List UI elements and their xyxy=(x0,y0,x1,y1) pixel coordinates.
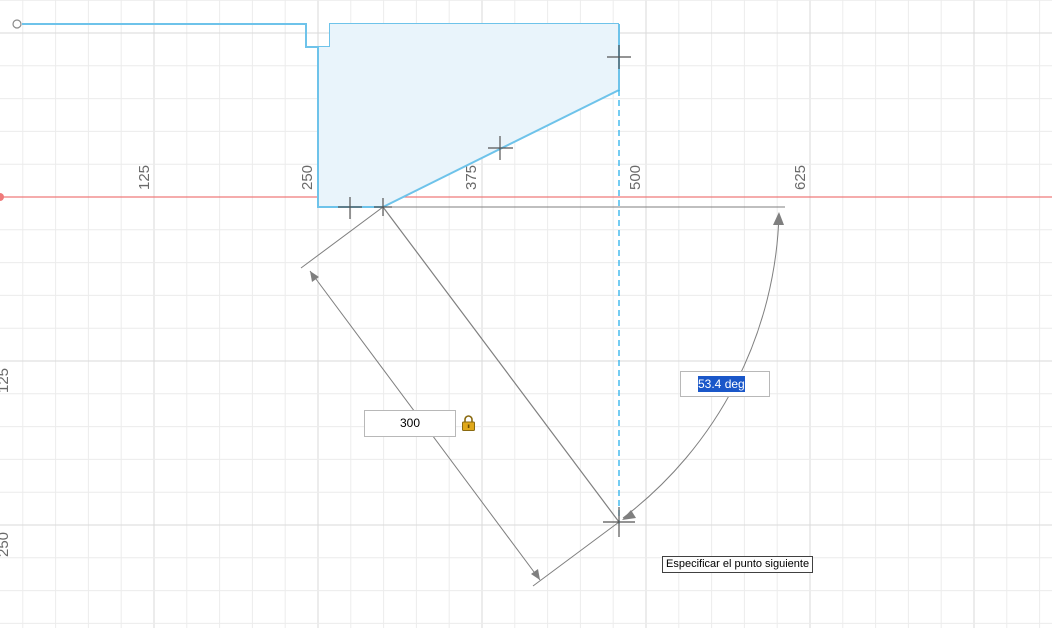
angle-dimension-input[interactable]: 53.4 deg xyxy=(680,371,770,397)
ruler-x-500: 500 xyxy=(627,165,644,190)
lock-icon[interactable] xyxy=(461,415,476,431)
ruler-y-250: 250 xyxy=(0,532,12,557)
ruler-x-125: 125 xyxy=(136,165,153,190)
ruler-x-375: 375 xyxy=(463,165,480,190)
tooltip-text: Especificar el punto siguiente xyxy=(666,558,810,570)
length-dimension-input[interactable]: 300 xyxy=(364,410,456,437)
ruler-x-250: 250 xyxy=(299,165,316,190)
ruler-x-625: 625 xyxy=(792,165,809,190)
origin-point-icon xyxy=(0,193,4,201)
ruler-y-125: 125 xyxy=(0,368,12,393)
command-prompt-tooltip: Especificar el punto siguiente xyxy=(662,556,814,573)
length-dimension xyxy=(300,206,620,587)
active-sketch-line xyxy=(382,206,620,523)
angle-value: 53.4 deg xyxy=(698,376,745,392)
sketch-canvas[interactable]: 125 250 375 500 625 125 250 300 53.4 deg… xyxy=(0,0,1052,628)
length-value: 300 xyxy=(399,416,421,430)
sketch-start-point xyxy=(12,19,22,29)
